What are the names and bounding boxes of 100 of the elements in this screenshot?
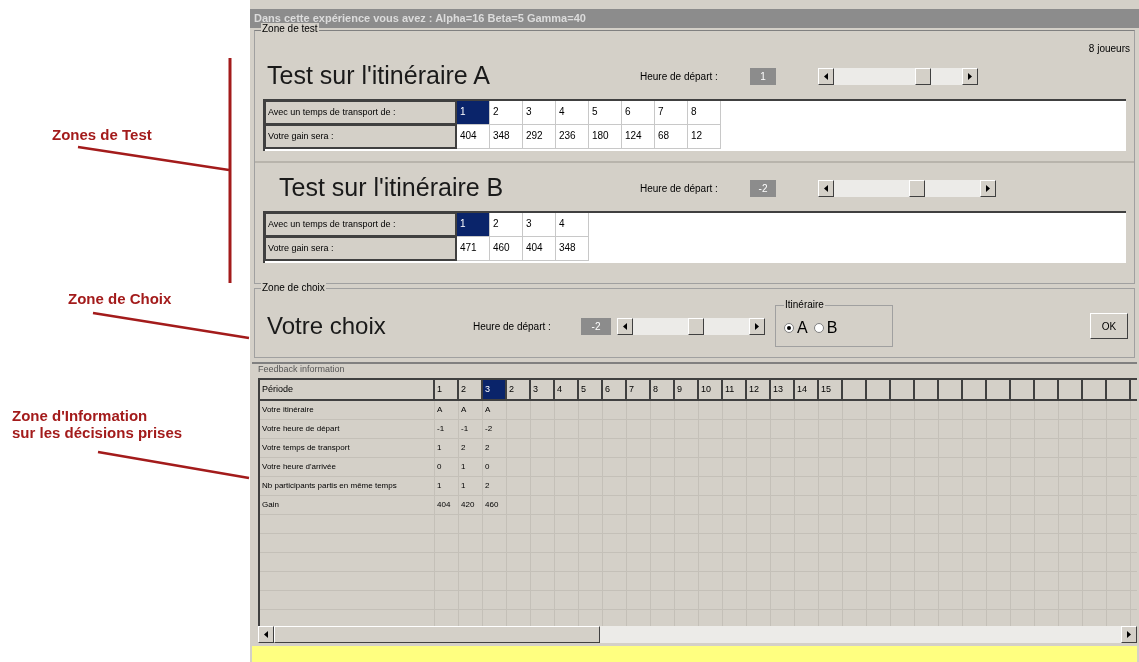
table-cell[interactable]: 5: [589, 101, 622, 125]
scroll-left-button[interactable]: [818, 179, 834, 197]
scroll-left-button[interactable]: [258, 626, 274, 643]
column-header[interactable]: 4: [555, 380, 579, 399]
value-display: -2: [750, 179, 776, 197]
column-header[interactable]: 8: [651, 380, 675, 399]
column-header[interactable]: 11: [723, 380, 747, 399]
table-cell: 420: [459, 496, 483, 514]
table-cell: A: [483, 401, 507, 419]
column-header[interactable]: 3: [531, 380, 555, 399]
slider-thumb[interactable]: [915, 67, 931, 85]
right-arrow-icon: [1127, 631, 1131, 638]
table-cell[interactable]: 3: [523, 213, 556, 237]
row-header: Nb participants partis en même temps: [260, 477, 435, 495]
table-cell: 2: [483, 439, 507, 457]
table-cell: 348: [490, 125, 523, 149]
group-label: Zone de choix: [261, 282, 326, 294]
scrollbar-thumb[interactable]: [274, 626, 600, 643]
row-header: Gain: [260, 496, 435, 514]
radio-button[interactable]: [784, 323, 794, 333]
column-header[interactable]: 6: [603, 380, 627, 399]
scroll-right-button[interactable]: [749, 317, 765, 335]
left-arrow-icon: [824, 72, 828, 80]
scroll-right-button[interactable]: [1121, 626, 1137, 643]
table-cell[interactable]: 8: [688, 101, 721, 125]
table-cell[interactable]: 6: [622, 101, 655, 125]
section-title: Votre choix: [267, 311, 387, 341]
table-cell: 1: [435, 439, 459, 457]
table-cell[interactable]: 2: [490, 213, 523, 237]
table-cell[interactable]: 3: [523, 101, 556, 125]
table-cell: -1: [459, 420, 483, 438]
slider-thumb[interactable]: [688, 317, 704, 335]
left-arrow-icon: [264, 631, 268, 638]
table-cell: 460: [483, 496, 507, 514]
row-header: Votre temps de transport: [260, 439, 435, 457]
table-cell: 348: [556, 237, 589, 261]
right-arrow-icon: [986, 184, 990, 192]
table-cell: 2: [459, 439, 483, 457]
table-cell[interactable]: 4: [556, 101, 589, 125]
table-cell: 2: [483, 477, 507, 495]
column-header[interactable]: 7: [627, 380, 651, 399]
table-cell: 404: [435, 496, 459, 514]
value-display: -2: [581, 317, 611, 335]
table-cell: 0: [483, 458, 507, 476]
field-label: Heure de départ :: [473, 319, 552, 334]
table-cell: 124: [622, 125, 655, 149]
left-arrow-icon: [824, 184, 828, 192]
table-cell: 292: [523, 125, 556, 149]
group-label: Feedback information: [258, 364, 345, 375]
table-cell: 471: [457, 237, 490, 261]
column-header[interactable]: 3: [483, 380, 507, 399]
table-cell: A: [459, 401, 483, 419]
row-header: Avec un temps de transport de :: [265, 213, 457, 237]
table-cell[interactable]: 1: [457, 213, 490, 237]
row-header: Votre gain sera :: [265, 237, 457, 261]
table-cell: 180: [589, 125, 622, 149]
table-cell: 1: [459, 477, 483, 495]
column-header[interactable]: 12: [747, 380, 771, 399]
right-arrow-icon: [755, 322, 759, 330]
table-cell: -1: [435, 420, 459, 438]
group-label: Zone de test: [261, 23, 319, 35]
radio-button[interactable]: [813, 323, 824, 333]
table-cell: 404: [457, 125, 490, 149]
table-cell: 404: [523, 237, 556, 261]
table-cell: 1: [459, 458, 483, 476]
column-header[interactable]: 2: [507, 380, 531, 399]
scroll-right-button[interactable]: [962, 67, 978, 85]
group-label: Itinéraire: [784, 299, 825, 311]
table-cell: 460: [490, 237, 523, 261]
left-arrow-icon: [623, 322, 627, 330]
column-header[interactable]: 10: [699, 380, 723, 399]
value-display: 1: [750, 67, 776, 85]
scroll-right-button[interactable]: [980, 179, 996, 197]
table-cell[interactable]: 1: [457, 101, 490, 125]
column-header[interactable]: 14: [795, 380, 819, 399]
radio-option[interactable]: B: [813, 316, 838, 340]
row-header: Avec un temps de transport de :: [265, 101, 457, 125]
column-header[interactable]: 15: [819, 380, 843, 399]
row-header: Votre heure de départ: [260, 420, 435, 438]
slider-thumb[interactable]: [909, 179, 925, 197]
table-cell[interactable]: 4: [556, 213, 589, 237]
section-title: Test sur l'itinéraire A: [267, 60, 491, 92]
table-cell[interactable]: 2: [490, 101, 523, 125]
column-header[interactable]: 13: [771, 380, 795, 399]
column-header[interactable]: 2: [459, 380, 483, 399]
column-header[interactable]: 9: [675, 380, 699, 399]
table-cell: 0: [435, 458, 459, 476]
table-cell: -2: [483, 420, 507, 438]
section-title: Test sur l'itinéraire B: [279, 172, 505, 204]
radio-option[interactable]: A: [784, 316, 808, 340]
annotation-label: Zone de Choix: [68, 290, 172, 307]
table-cell[interactable]: 7: [655, 101, 688, 125]
column-header[interactable]: 5: [579, 380, 603, 399]
column-header[interactable]: 1: [435, 380, 459, 399]
scroll-left-button[interactable]: [818, 67, 834, 85]
scroll-left-button[interactable]: [617, 317, 633, 335]
row-header: Votre heure d'arrivée: [260, 458, 435, 476]
annotation-label: Zone d'Information sur les décisions prises: [12, 407, 183, 441]
ok-button[interactable]: OK: [1090, 313, 1128, 339]
table-cell: A: [435, 401, 459, 419]
